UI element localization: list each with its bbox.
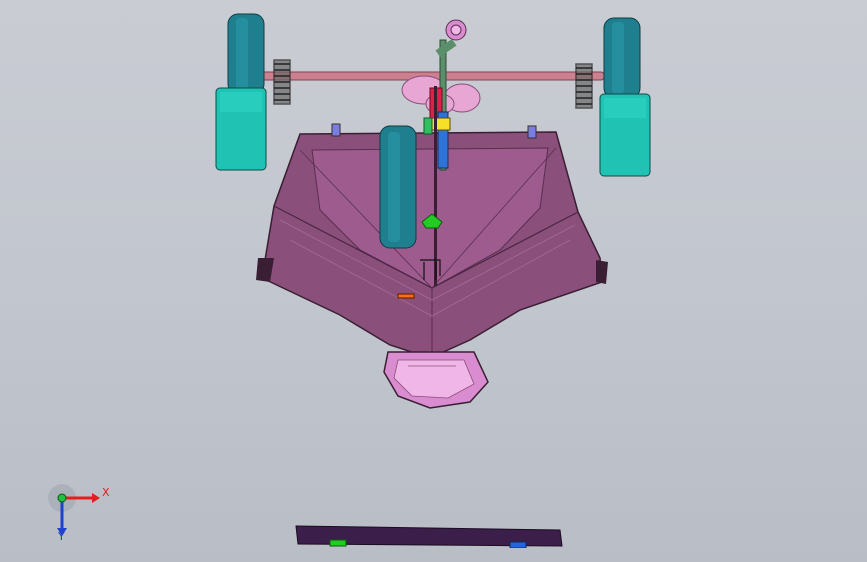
reference-triad[interactable]: X Y bbox=[48, 482, 118, 546]
bar-graphic bbox=[295, 525, 563, 548]
trailer-frame-bar[interactable] bbox=[294, 524, 564, 548]
graphics-viewport[interactable]: X Y bbox=[0, 0, 867, 562]
keel bbox=[383, 351, 489, 409]
hull bbox=[256, 123, 608, 359]
boat-trailer-model[interactable] bbox=[0, 0, 867, 562]
y-axis-label: Y bbox=[58, 530, 65, 543]
right-spring bbox=[575, 63, 593, 109]
model-canvas bbox=[215, 13, 651, 409]
left-spring bbox=[273, 59, 291, 105]
x-axis-label: X bbox=[102, 486, 110, 499]
